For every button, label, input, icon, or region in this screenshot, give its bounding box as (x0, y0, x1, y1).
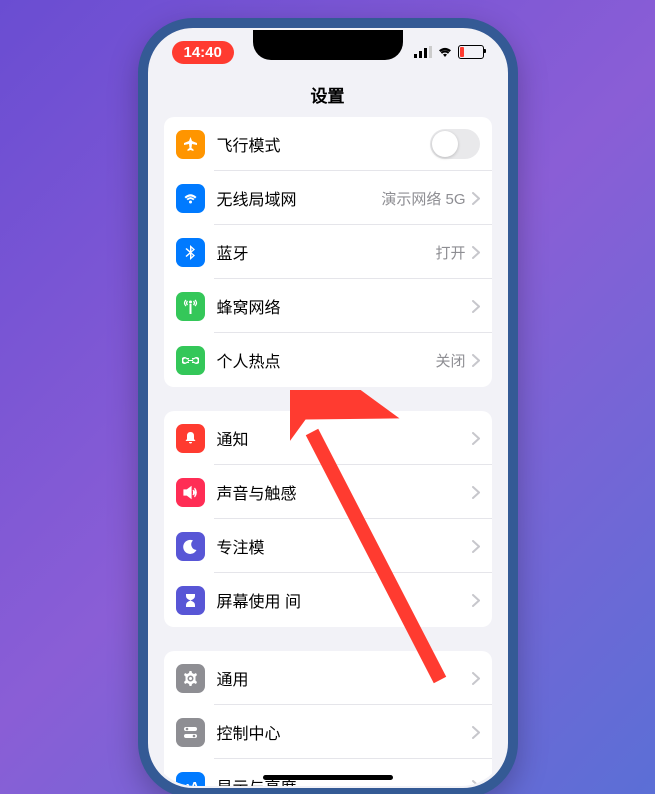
settings-group: 飞行模式无线局域网演示网络 5G蓝牙打开蜂窝网络个人热点关闭 (164, 117, 492, 387)
toggle-airplane[interactable] (430, 129, 480, 159)
chevron-right-icon (472, 432, 480, 445)
row-label: 通用 (217, 666, 472, 690)
battery-icon (458, 45, 484, 59)
row-cellular[interactable]: 蜂窝网络 (164, 279, 492, 333)
wallpaper-background: 14:40 设置 飞行模式无线局域网演示网络 5G蓝牙打开蜂窝网络个人热点关闭通… (0, 0, 655, 794)
text-size-icon (176, 772, 205, 787)
phone-frame: 14:40 设置 飞行模式无线局域网演示网络 5G蓝牙打开蜂窝网络个人热点关闭通… (138, 18, 518, 794)
row-focus[interactable]: 专注模 (164, 519, 492, 573)
chevron-right-icon (472, 354, 480, 367)
home-indicator[interactable] (263, 775, 393, 780)
row-detail: 关闭 (435, 350, 465, 371)
row-control-center[interactable]: 控制中心 (164, 705, 492, 759)
chevron-right-icon (472, 780, 480, 787)
gear-icon (176, 664, 205, 693)
row-label: 屏幕使用 间 (217, 588, 472, 612)
chevron-right-icon (472, 300, 480, 313)
row-detail: 打开 (435, 242, 465, 263)
bell-icon (176, 424, 205, 453)
chevron-right-icon (472, 594, 480, 607)
wifi-icon (176, 184, 205, 213)
row-label: 控制中心 (217, 720, 472, 744)
row-detail: 演示网络 5G (381, 188, 465, 209)
settings-group: 通用控制中心显示与亮度主屏幕辅助功能 (164, 651, 492, 786)
bluetooth-icon (176, 238, 205, 267)
chevron-right-icon (472, 672, 480, 685)
row-sounds[interactable]: 声音与触感 (164, 465, 492, 519)
row-label: 蜂窝网络 (217, 294, 472, 318)
row-general[interactable]: 通用 (164, 651, 492, 705)
row-label: 声音与触感 (217, 480, 472, 504)
status-time-pill: 14:40 (172, 41, 234, 64)
chevron-right-icon (472, 540, 480, 553)
chevron-right-icon (472, 246, 480, 259)
settings-group: 通知声音与触感专注模屏幕使用 间 (164, 411, 492, 627)
row-label: 蓝牙 (217, 240, 436, 264)
chevron-right-icon (472, 486, 480, 499)
wifi-status-icon (437, 46, 453, 58)
row-screentime[interactable]: 屏幕使用 间 (164, 573, 492, 627)
row-wifi[interactable]: 无线局域网演示网络 5G (164, 171, 492, 225)
chevron-right-icon (472, 192, 480, 205)
row-label: 通知 (217, 426, 472, 450)
row-notifications[interactable]: 通知 (164, 411, 492, 465)
row-label: 个人热点 (217, 348, 436, 372)
airplane-icon (176, 130, 205, 159)
row-label: 无线局域网 (217, 186, 382, 210)
row-airplane[interactable]: 飞行模式 (164, 117, 492, 171)
moon-icon (176, 532, 205, 561)
row-hotspot[interactable]: 个人热点关闭 (164, 333, 492, 387)
switches-icon (176, 718, 205, 747)
cellular-signal-icon (414, 46, 432, 58)
row-label: 专注模 (217, 534, 472, 558)
speaker-icon (176, 478, 205, 507)
antenna-icon (176, 292, 205, 321)
page-title: 设置 (150, 74, 506, 117)
row-label: 飞行模式 (217, 132, 430, 156)
row-bluetooth[interactable]: 蓝牙打开 (164, 225, 492, 279)
link-icon (176, 346, 205, 375)
notch (253, 30, 403, 60)
row-display[interactable]: 显示与亮度 (164, 759, 492, 786)
chevron-right-icon (472, 726, 480, 739)
hourglass-icon (176, 586, 205, 615)
